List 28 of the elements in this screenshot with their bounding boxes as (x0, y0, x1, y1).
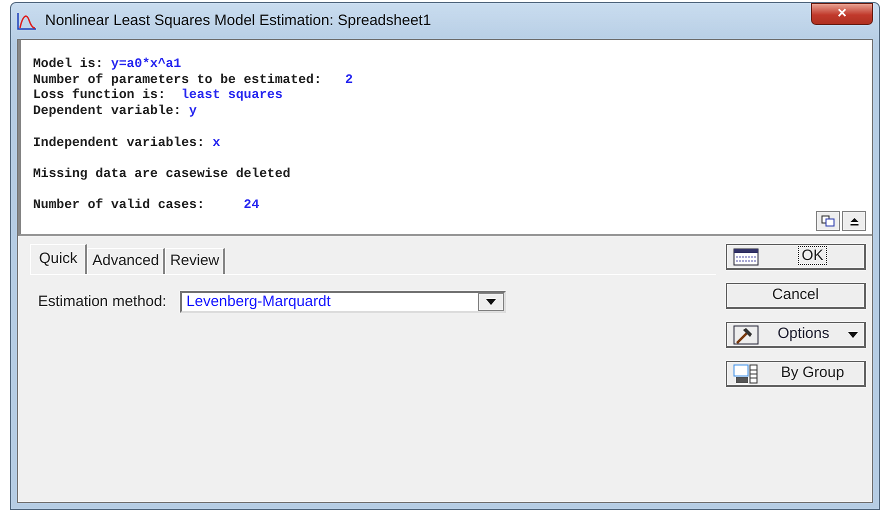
dropdown-arrow-icon (848, 332, 858, 338)
cancel-button[interactable]: Cancel (726, 283, 866, 309)
output-line: Number of parameters to be estimated: 2 (33, 72, 354, 88)
grouping-icon (733, 364, 759, 384)
tab[interactable]: Advanced (87, 248, 166, 274)
ok-button[interactable]: OK (726, 244, 866, 270)
tab[interactable]: Review (165, 248, 226, 274)
estimation-method-dropdown[interactable]: Levenberg-Marquardt (180, 290, 506, 313)
output-line: Dependent variable: y (33, 103, 198, 119)
tab[interactable]: Quick (30, 244, 88, 274)
hammer-icon (733, 324, 759, 344)
output-line: Model is: y=a0*x^a1 (33, 56, 182, 72)
field-label: Estimation method: (38, 292, 166, 312)
by-group-button[interactable]: By Group (726, 361, 866, 387)
copy-icon (821, 215, 835, 227)
curve-icon (17, 12, 37, 30)
collapse-button[interactable] (842, 211, 866, 231)
table-icon (733, 248, 759, 266)
close-button[interactable]: × (811, 3, 873, 25)
output-line: Independent variables: x (33, 134, 222, 150)
output-line: Number of valid cases: 24 (33, 196, 260, 213)
collapse-icon (850, 216, 858, 226)
window-title: Nonlinear Least Squares Model Estimation: Spreadsheet1 (45, 10, 432, 31)
dropdown-arrow-icon (486, 298, 496, 305)
output-line: Missing data are casewise deleted (33, 164, 292, 182)
output-line: Loss function is: least squares (33, 87, 284, 104)
options-button[interactable]: Options (726, 322, 866, 348)
copy-button[interactable] (816, 211, 840, 231)
